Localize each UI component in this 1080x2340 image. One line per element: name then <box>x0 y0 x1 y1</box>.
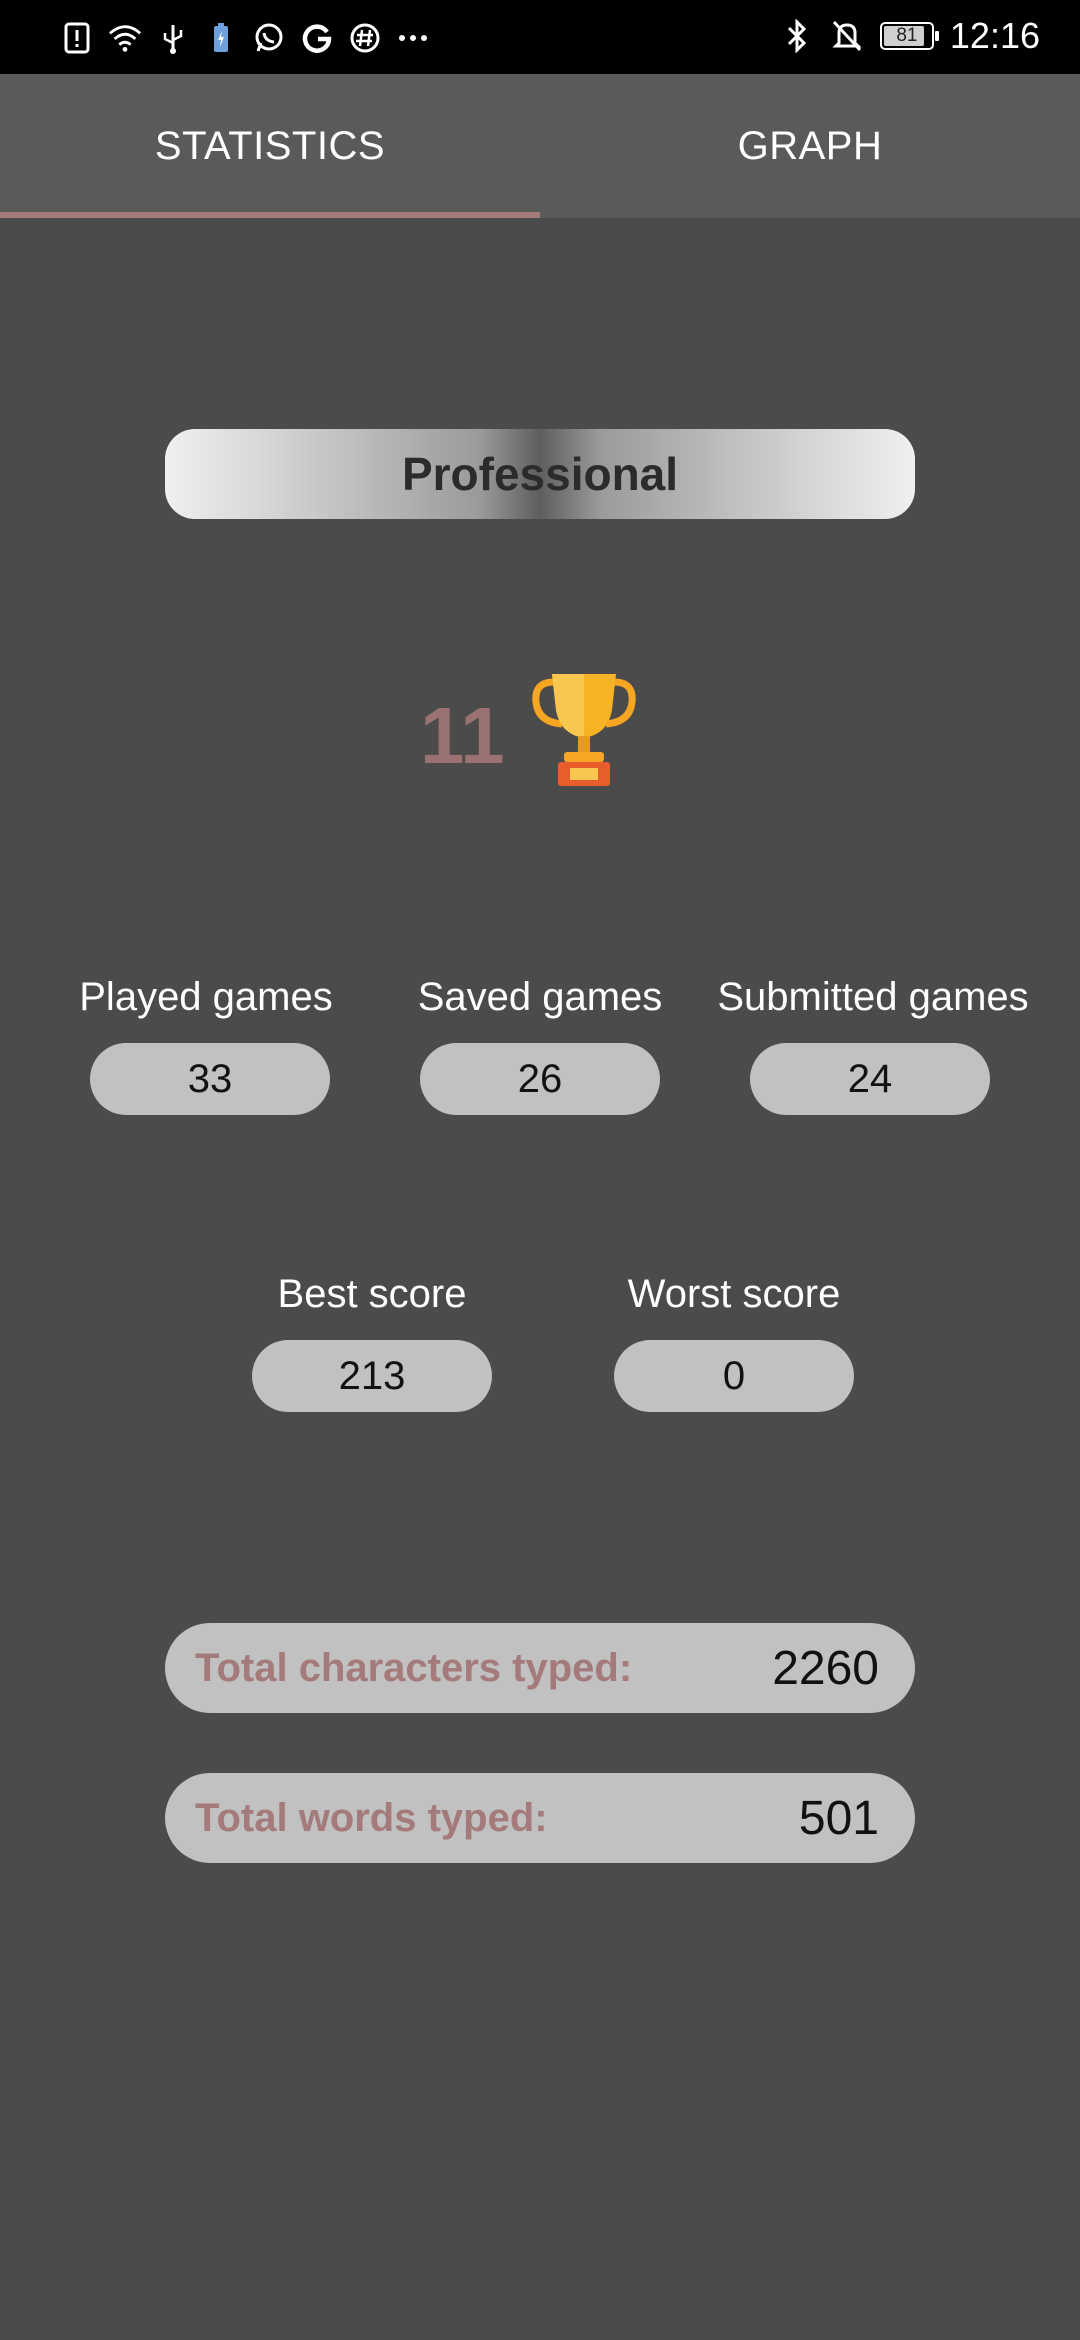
trophy-count: 11 <box>420 691 505 780</box>
google-icon <box>300 21 334 55</box>
battery-saver-icon <box>204 21 238 55</box>
tab-bar: STATISTICS GRAPH <box>0 74 1080 218</box>
saved-games-label: Saved games <box>417 975 663 1019</box>
whatsapp-icon <box>252 21 286 55</box>
worst-score-value: 0 <box>614 1340 854 1412</box>
total-words-label: Total words typed: <box>195 1795 548 1840</box>
best-score-value: 213 <box>252 1340 492 1412</box>
submitted-games-label: Submitted games <box>717 975 1029 1019</box>
total-characters-value: 2260 <box>772 1641 879 1695</box>
wifi-icon <box>108 21 142 55</box>
usb-icon <box>156 21 190 55</box>
battery-level: 81 <box>896 25 918 46</box>
hashtag-icon <box>348 21 382 55</box>
mute-icon <box>830 19 864 53</box>
best-score-label: Best score <box>277 1272 467 1316</box>
clock: 12:16 <box>949 15 1040 56</box>
trophy-icon <box>532 668 636 788</box>
saved-games-value: 26 <box>420 1043 660 1115</box>
more-icon <box>396 21 430 55</box>
status-bar: 81 12:16 <box>0 0 1080 74</box>
bluetooth-icon <box>780 19 814 53</box>
total-words-value: 501 <box>798 1791 879 1845</box>
total-words-row: Total words typed: 501 <box>165 1773 915 1863</box>
submitted-games-value: 24 <box>750 1043 990 1115</box>
level-badge: Professional <box>165 429 915 519</box>
tab-statistics[interactable]: STATISTICS <box>0 74 540 218</box>
battery-indicator: 81 <box>879 22 939 50</box>
worst-score-label: Worst score <box>627 1272 841 1316</box>
played-games-value: 33 <box>90 1043 330 1115</box>
total-characters-label: Total characters typed: <box>195 1645 633 1690</box>
tab-graph[interactable]: GRAPH <box>540 74 1080 218</box>
notification-icons <box>60 18 430 58</box>
played-games-label: Played games <box>79 975 333 1019</box>
active-tab-indicator <box>0 212 540 218</box>
total-characters-row: Total characters typed: 2260 <box>165 1623 915 1713</box>
alert-icon <box>60 21 94 55</box>
system-status: 81 12:16 <box>780 14 1040 58</box>
